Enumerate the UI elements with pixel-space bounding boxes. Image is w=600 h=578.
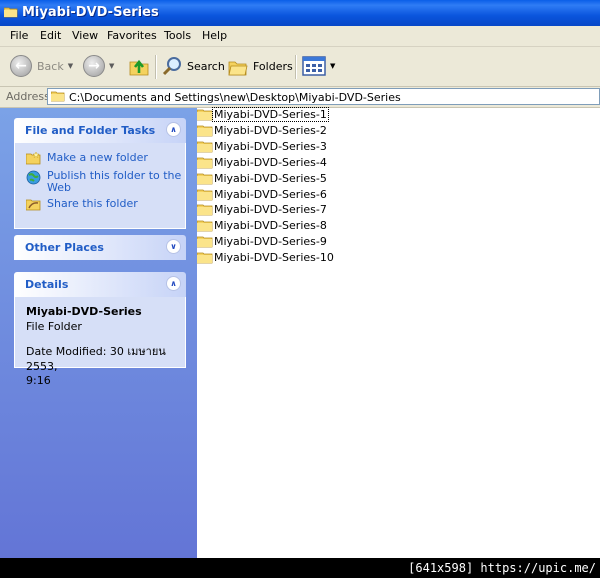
- back-button[interactable]: ← Back ▼: [10, 53, 73, 79]
- details-date-modified: Date Modified: 30 เมษายน 2553,: [26, 345, 166, 373]
- folder-name: Miyabi-DVD-Series-8: [214, 218, 327, 232]
- share-folder-icon: [26, 199, 41, 211]
- task-label: Publish this folder to the Web: [47, 169, 182, 194]
- list-item[interactable]: Miyabi-DVD-Series-4: [197, 154, 328, 170]
- folder-name: Miyabi-DVD-Series-9: [214, 234, 327, 248]
- back-label: Back: [37, 59, 64, 73]
- folder-icon: [197, 109, 213, 120]
- window-title: Miyabi-DVD-Series: [22, 5, 159, 20]
- list-item[interactable]: Miyabi-DVD-Series-5: [197, 170, 328, 186]
- task-label: Make a new folder: [47, 151, 148, 164]
- folder-icon: [51, 91, 65, 102]
- menu-edit[interactable]: Edit: [40, 29, 61, 42]
- panel-title: Other Places: [25, 241, 104, 254]
- menu-bar: File Edit View Favorites Tools Help: [0, 26, 600, 47]
- globe-icon: [26, 170, 41, 185]
- task-pane: File and Folder Tasks ∧ Make a new folde…: [0, 108, 197, 558]
- details-date-time: 9:16: [26, 374, 51, 387]
- forward-dropdown-icon[interactable]: ▼: [109, 62, 114, 70]
- folder-icon: [197, 236, 213, 247]
- list-item[interactable]: Miyabi-DVD-Series-2: [197, 122, 328, 138]
- title-bar[interactable]: Miyabi-DVD-Series: [0, 0, 600, 26]
- list-item[interactable]: Miyabi-DVD-Series-10: [197, 249, 335, 265]
- list-item[interactable]: Miyabi-DVD-Series-1: [197, 106, 329, 122]
- panel-title: File and Folder Tasks: [25, 124, 156, 137]
- watermark-bar: [641x598] https://upic.me/: [0, 558, 600, 578]
- task-publish-folder[interactable]: Publish this folder to the Web: [15, 170, 185, 198]
- folder-icon: [197, 173, 213, 184]
- address-field[interactable]: C:\Documents and Settings\new\Desktop\Mi…: [47, 88, 600, 105]
- panel-header[interactable]: Other Places ∨: [14, 235, 186, 260]
- folder-name: Miyabi-DVD-Series-7: [214, 202, 327, 216]
- back-arrow-icon: ←: [10, 55, 32, 77]
- details-panel: Details ∧ Miyabi-DVD-Series File Folder …: [14, 272, 186, 387]
- address-label: Address: [6, 90, 50, 103]
- folder-name: Miyabi-DVD-Series-10: [214, 250, 334, 264]
- views-dropdown-icon[interactable]: ▼: [330, 62, 335, 70]
- menu-view[interactable]: View: [72, 29, 98, 42]
- watermark-text: [641x598] https://upic.me/: [408, 561, 596, 575]
- forward-arrow-icon: →: [83, 55, 105, 77]
- back-dropdown-icon[interactable]: ▼: [68, 62, 73, 70]
- task-make-new-folder[interactable]: Make a new folder: [15, 152, 185, 170]
- details-folder-name: Miyabi-DVD-Series: [26, 305, 142, 318]
- list-item[interactable]: Miyabi-DVD-Series-6: [197, 186, 328, 202]
- list-item[interactable]: Miyabi-DVD-Series-9: [197, 233, 328, 249]
- up-button[interactable]: [128, 53, 150, 79]
- details-type: File Folder: [26, 320, 82, 333]
- folders-icon: [228, 61, 248, 76]
- task-share-folder[interactable]: Share this folder: [15, 198, 185, 216]
- folder-name: Miyabi-DVD-Series-1: [212, 106, 329, 122]
- search-label: Search: [187, 59, 225, 73]
- folder-icon: [197, 141, 213, 152]
- views-button[interactable]: ▼: [302, 53, 335, 79]
- panel-body: Make a new folder Publish this folder to…: [14, 143, 186, 229]
- folder-up-icon: [129, 59, 149, 76]
- folders-label: Folders: [253, 59, 293, 73]
- panel-header[interactable]: Details ∧: [14, 272, 186, 297]
- folder-icon: [197, 220, 213, 231]
- search-magnifier-icon: [162, 57, 181, 76]
- folders-button[interactable]: Folders: [227, 53, 293, 79]
- folder-icon: [197, 204, 213, 215]
- folder-name: Miyabi-DVD-Series-3: [214, 139, 327, 153]
- folder-icon: [197, 189, 213, 200]
- forward-button[interactable]: → ▼: [83, 53, 114, 79]
- menu-favorites[interactable]: Favorites: [107, 29, 157, 42]
- search-button[interactable]: Search: [162, 53, 225, 79]
- new-folder-icon: [26, 152, 41, 165]
- menu-tools[interactable]: Tools: [164, 29, 191, 42]
- address-bar: Address C:\Documents and Settings\new\De…: [0, 87, 600, 108]
- toolbar: ← Back ▼ → ▼ Search Folders ▼: [0, 47, 600, 87]
- folder-icon: [197, 157, 213, 168]
- panel-header[interactable]: File and Folder Tasks ∧: [14, 118, 186, 143]
- collapse-chevron-icon[interactable]: ∧: [166, 276, 181, 291]
- panel-title: Details: [25, 278, 69, 291]
- folder-name: Miyabi-DVD-Series-6: [214, 187, 327, 201]
- collapse-chevron-icon[interactable]: ∧: [166, 122, 181, 137]
- list-item[interactable]: Miyabi-DVD-Series-7: [197, 201, 328, 217]
- folder-icon: [4, 7, 18, 18]
- folder-name: Miyabi-DVD-Series-4: [214, 155, 327, 169]
- folder-icon: [197, 125, 213, 136]
- file-folder-tasks-panel: File and Folder Tasks ∧ Make a new folde…: [14, 118, 186, 229]
- list-item[interactable]: Miyabi-DVD-Series-8: [197, 217, 328, 233]
- toolbar-separator: [295, 55, 297, 79]
- other-places-panel: Other Places ∨: [14, 235, 186, 260]
- file-list: Miyabi-DVD-Series-1 Miyabi-DVD-Series-2 …: [197, 106, 600, 558]
- folder-icon: [197, 252, 213, 263]
- task-label: Share this folder: [47, 197, 138, 210]
- menu-help[interactable]: Help: [202, 29, 227, 42]
- views-icon: [302, 56, 326, 76]
- folder-name: Miyabi-DVD-Series-2: [214, 123, 327, 137]
- list-item[interactable]: Miyabi-DVD-Series-3: [197, 138, 328, 154]
- menu-file[interactable]: File: [10, 29, 28, 42]
- folder-name: Miyabi-DVD-Series-5: [214, 171, 327, 185]
- address-path: C:\Documents and Settings\new\Desktop\Mi…: [69, 91, 401, 104]
- expand-chevron-icon[interactable]: ∨: [166, 239, 181, 254]
- explorer-window: Miyabi-DVD-Series File Edit View Favorit…: [0, 0, 600, 558]
- panel-body: Miyabi-DVD-Series File Folder Date Modif…: [14, 297, 186, 387]
- toolbar-separator: [155, 55, 157, 79]
